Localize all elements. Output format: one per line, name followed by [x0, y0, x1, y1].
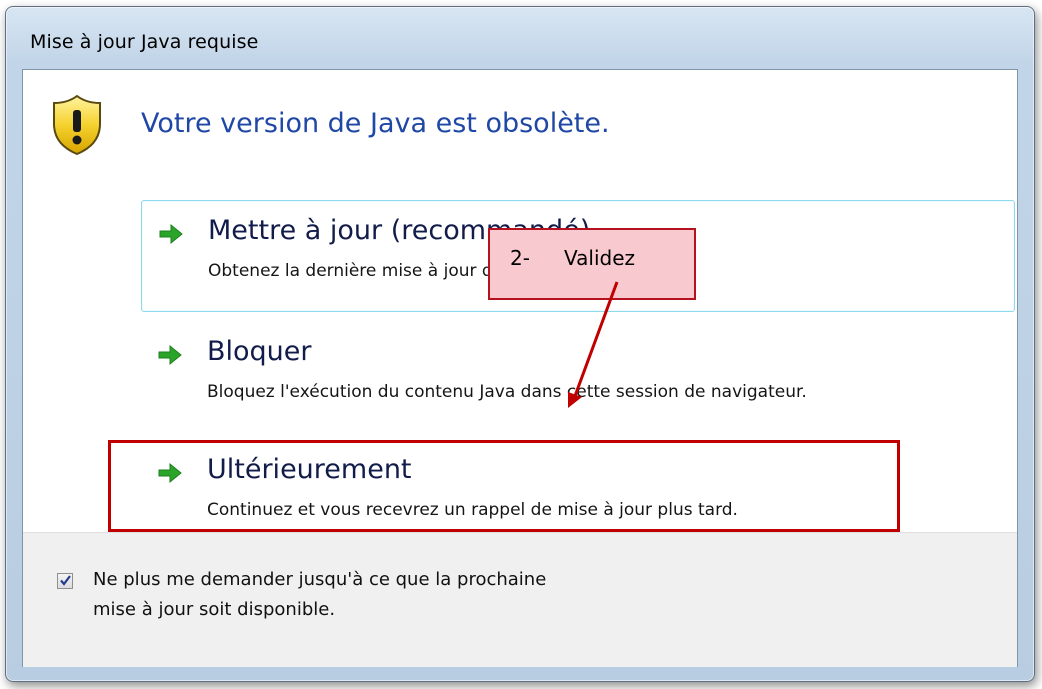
dont-ask-label-line2: mise à jour soit disponible.	[93, 599, 336, 620]
warning-shield-icon	[53, 94, 101, 156]
dont-ask-label-line1: Ne plus me demander jusqu'à ce que la pr…	[93, 569, 547, 590]
headline: Votre version de Java est obsolète.	[141, 108, 610, 139]
callout-step-number: 2-	[510, 246, 530, 270]
dont-ask-label[interactable]: Ne plus me demander jusqu'à ce que la pr…	[93, 565, 653, 625]
block-option[interactable]: Bloquer Bloquez l'exécution du contenu J…	[141, 322, 1015, 422]
annotation-callout: 2- Validez	[488, 228, 696, 300]
dialog-footer: Ne plus me demander jusqu'à ce que la pr…	[23, 532, 1017, 667]
block-option-title: Bloquer	[207, 336, 312, 367]
java-update-dialog: Mise à jour Java requise Votre version d…	[5, 6, 1035, 682]
green-arrow-icon	[159, 223, 183, 245]
annotation-frame-later	[108, 440, 900, 532]
title-bar[interactable]: Mise à jour Java requise	[6, 7, 1034, 67]
green-arrow-icon	[158, 344, 182, 366]
dont-ask-checkbox[interactable]	[57, 573, 73, 589]
checkmark-icon	[60, 575, 71, 586]
dialog-content: Votre version de Java est obsolète. Mett…	[22, 69, 1018, 667]
callout-step-text: Validez	[564, 246, 635, 270]
block-option-description: Bloquez l'exécution du contenu Java dans…	[207, 382, 807, 402]
window-title: Mise à jour Java requise	[30, 31, 259, 53]
